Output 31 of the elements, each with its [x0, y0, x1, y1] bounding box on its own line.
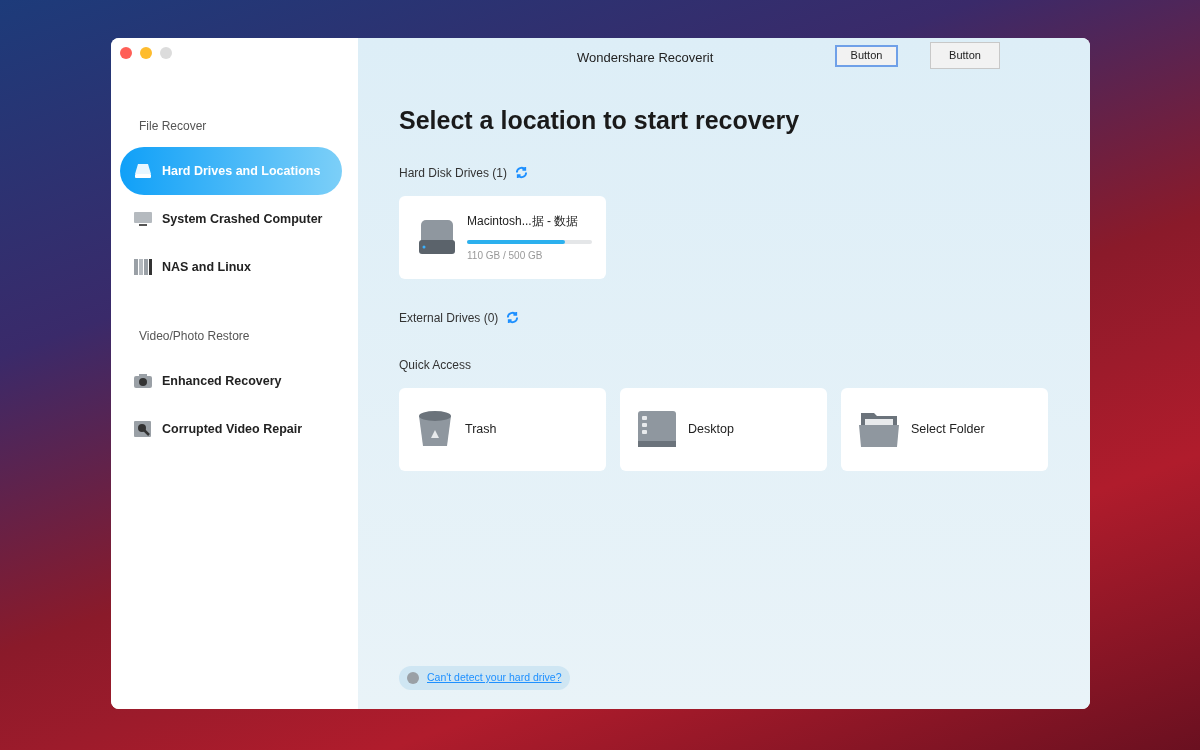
- desktop-icon: [638, 411, 676, 447]
- sidebar-item[interactable]: Corrupted Video Repair: [120, 405, 342, 453]
- drive-card[interactable]: Macintosh...据 - 数据 110 GB / 500 GB: [399, 195, 606, 279]
- push-button[interactable]: Button: [930, 42, 1000, 69]
- sidebar-item[interactable]: Enhanced Recovery: [120, 357, 342, 405]
- window-title: Wondershare Recoverit: [577, 49, 714, 67]
- refresh-icon[interactable]: [515, 166, 528, 179]
- location-card[interactable]: Select Folder: [841, 387, 1048, 471]
- drive-name: Macintosh...据 - 数据: [467, 212, 580, 230]
- location-card[interactable]: Desktop: [620, 387, 827, 471]
- drive-usage: 110 GB / 500 GB: [467, 248, 544, 263]
- trash-icon: [417, 410, 453, 448]
- folder-icon: [859, 411, 899, 447]
- push-button[interactable]: Button: [835, 44, 898, 67]
- monitor-icon: [134, 211, 152, 227]
- sidebar-item[interactable]: NAS and Linux: [120, 243, 342, 291]
- section-title: Hard Disk Drives (1): [399, 164, 507, 182]
- refresh-icon[interactable]: [506, 311, 520, 324]
- section-title: Quick Access: [399, 356, 473, 374]
- drive-icon: [134, 163, 152, 179]
- close-button[interactable]: [120, 47, 132, 59]
- location-card[interactable]: Trash: [399, 387, 606, 471]
- camera-icon: [134, 373, 152, 389]
- section-title: File Recover: [138, 118, 208, 135]
- section-title: Video/Photo Restore: [138, 328, 251, 345]
- server-icon: [134, 259, 152, 275]
- sidebar-item[interactable]: System Crashed Computer: [120, 195, 342, 243]
- minimize-button[interactable]: [140, 47, 152, 59]
- section-title: External Drives (0): [399, 309, 499, 327]
- page-heading: Select a location to start recovery: [399, 105, 801, 136]
- hard-drive-icon: [419, 220, 455, 254]
